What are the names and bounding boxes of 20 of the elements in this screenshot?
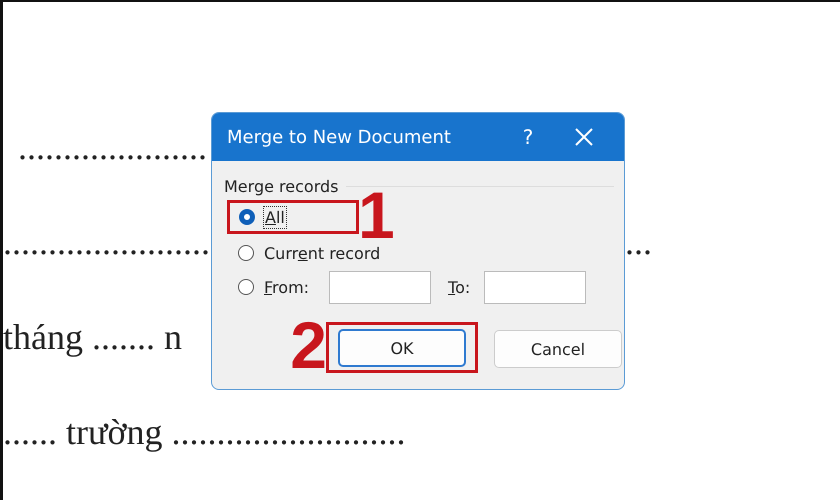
help-button[interactable]: ? [500,117,556,157]
radio-button[interactable] [238,245,254,261]
document-text: tháng ....... n [3,316,182,359]
document-text: ..................... [18,126,207,169]
document-text: ... [625,221,652,264]
document-text: ....................... [3,221,210,264]
to-label: To: [448,278,470,296]
radio-button[interactable] [239,209,255,225]
dialog-button[interactable]: OK [338,329,466,367]
window-title: Merge to New Document [227,126,452,148]
document-text: ...... trường .......................... [3,411,406,454]
from-field[interactable] [329,270,432,304]
group-label: Merge records [224,177,338,196]
to-field[interactable] [484,270,586,304]
step-number: 2 [290,315,327,375]
radio-label[interactable]: All [263,206,287,228]
radio-label[interactable]: From: [262,276,312,298]
radio-button[interactable] [238,279,254,295]
close-icon [574,127,594,147]
dialog-button[interactable]: Cancel [494,330,622,368]
